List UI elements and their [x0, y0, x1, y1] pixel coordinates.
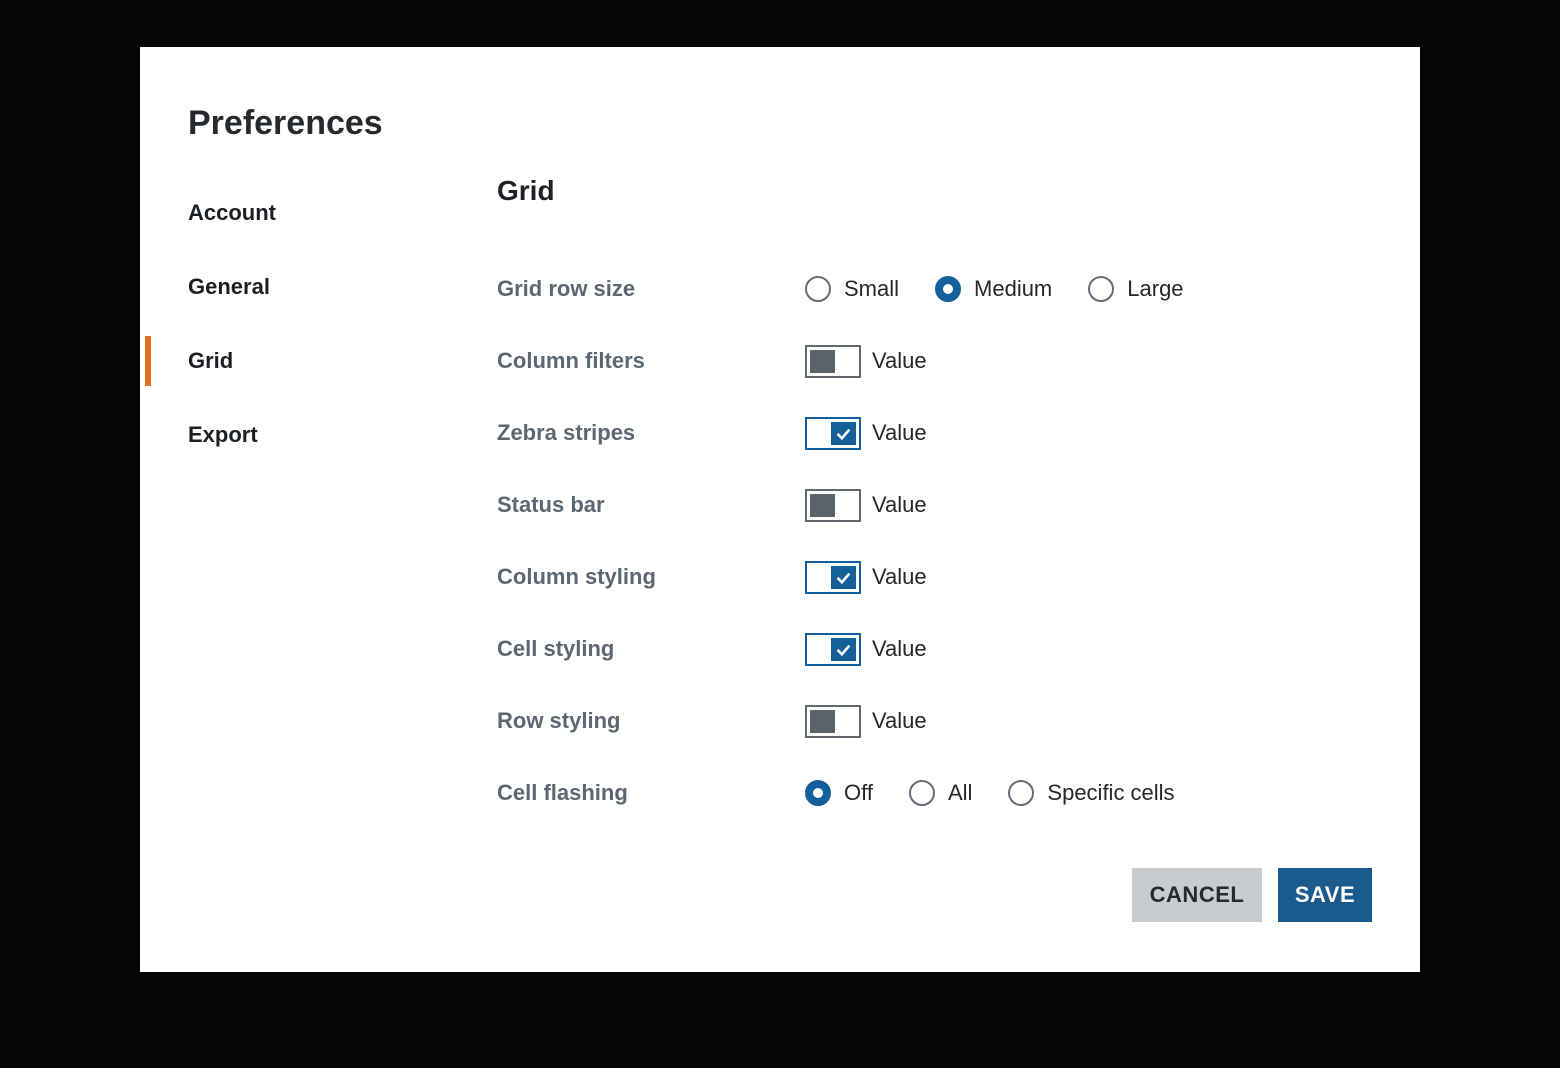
radio-option-all[interactable]: All: [909, 780, 972, 806]
radio-button[interactable]: [1008, 780, 1034, 806]
cancel-button[interactable]: CANCEL: [1132, 868, 1262, 922]
row-label: Column filters: [497, 348, 805, 374]
toggle-value-label: Value: [872, 492, 927, 518]
form-row-row-styling: Row styling Value: [497, 685, 1387, 757]
radio-option-label: Small: [844, 276, 899, 302]
toggle-checkbox[interactable]: [805, 705, 861, 738]
radio-button[interactable]: [805, 276, 831, 302]
radio-option-off[interactable]: Off: [805, 780, 873, 806]
radio-option-specific-cells[interactable]: Specific cells: [1008, 780, 1174, 806]
sidebar-item-account[interactable]: Account: [140, 176, 480, 250]
sidebar-item-export[interactable]: Export: [140, 398, 480, 472]
toggle-knob: [831, 638, 856, 661]
row-label: Status bar: [497, 492, 805, 518]
row-controls: Value: [805, 633, 927, 666]
checkmark-icon: [834, 568, 853, 587]
toggle-value-label: Value: [872, 708, 927, 734]
radio-button[interactable]: [935, 276, 961, 302]
form-row-column-filters: Column filters Value: [497, 325, 1387, 397]
sidebar-item-label: General: [188, 274, 270, 300]
panel-heading: Grid: [497, 175, 555, 207]
radio-button[interactable]: [1088, 276, 1114, 302]
save-button[interactable]: SAVE: [1278, 868, 1372, 922]
radio-option-medium[interactable]: Medium: [935, 276, 1052, 302]
sidebar-item-label: Export: [188, 422, 258, 448]
toggle-knob: [810, 710, 835, 733]
radio-option-small[interactable]: Small: [805, 276, 899, 302]
toggle-checkbox[interactable]: [805, 561, 861, 594]
radio-option-label: Off: [844, 780, 873, 806]
row-controls: Value: [805, 345, 927, 378]
radio-option-label: Specific cells: [1047, 780, 1174, 806]
toggle-value-label: Value: [872, 420, 927, 446]
settings-form: Grid row size Small Medium Large Column filt…: [497, 253, 1387, 829]
row-label: Zebra stripes: [497, 420, 805, 446]
radio-option-label: All: [948, 780, 972, 806]
row-controls: Small Medium Large: [805, 276, 1184, 302]
toggle-knob: [831, 566, 856, 589]
sidebar-item-general[interactable]: General: [140, 250, 480, 324]
toggle-control: Value: [805, 417, 927, 450]
toggle-value-label: Value: [872, 348, 927, 374]
row-label: Row styling: [497, 708, 805, 734]
sidebar-item-label: Account: [188, 200, 276, 226]
toggle-value-label: Value: [872, 636, 927, 662]
toggle-checkbox[interactable]: [805, 633, 861, 666]
preferences-dialog: Preferences Account General Grid Export Gri…: [140, 47, 1420, 972]
dialog-title: Preferences: [188, 103, 383, 144]
toggle-control: Value: [805, 489, 927, 522]
radio-button[interactable]: [805, 780, 831, 806]
sidebar-item-grid[interactable]: Grid: [140, 324, 480, 398]
toggle-knob: [810, 350, 835, 373]
checkmark-icon: [834, 640, 853, 659]
toggle-control: Value: [805, 561, 927, 594]
row-controls: Value: [805, 489, 927, 522]
row-controls: Value: [805, 561, 927, 594]
form-row-cell-flashing: Cell flashing Off All Specific cells: [497, 757, 1387, 829]
radio-option-large[interactable]: Large: [1088, 276, 1183, 302]
form-row-cell-styling: Cell styling Value: [497, 613, 1387, 685]
toggle-checkbox[interactable]: [805, 417, 861, 450]
radio-option-label: Large: [1127, 276, 1183, 302]
toggle-control: Value: [805, 345, 927, 378]
toggle-checkbox[interactable]: [805, 345, 861, 378]
row-controls: Value: [805, 417, 927, 450]
dialog-actions: CANCEL SAVE: [1132, 868, 1372, 922]
row-label: Cell flashing: [497, 780, 805, 806]
radio-option-label: Medium: [974, 276, 1052, 302]
form-row-column-styling: Column styling Value: [497, 541, 1387, 613]
toggle-knob: [810, 494, 835, 517]
toggle-control: Value: [805, 705, 927, 738]
radio-button[interactable]: [909, 780, 935, 806]
toggle-knob: [831, 422, 856, 445]
form-row-grid-row-size: Grid row size Small Medium Large: [497, 253, 1387, 325]
form-row-status-bar: Status bar Value: [497, 469, 1387, 541]
form-row-zebra-stripes: Zebra stripes Value: [497, 397, 1387, 469]
sidebar: Account General Grid Export: [140, 176, 480, 472]
row-label: Cell styling: [497, 636, 805, 662]
sidebar-item-label: Grid: [188, 348, 233, 374]
toggle-value-label: Value: [872, 564, 927, 590]
toggle-checkbox[interactable]: [805, 489, 861, 522]
row-controls: Value: [805, 705, 927, 738]
row-controls: Off All Specific cells: [805, 780, 1175, 806]
row-label: Grid row size: [497, 276, 805, 302]
row-label: Column styling: [497, 564, 805, 590]
checkmark-icon: [834, 424, 853, 443]
toggle-control: Value: [805, 633, 927, 666]
